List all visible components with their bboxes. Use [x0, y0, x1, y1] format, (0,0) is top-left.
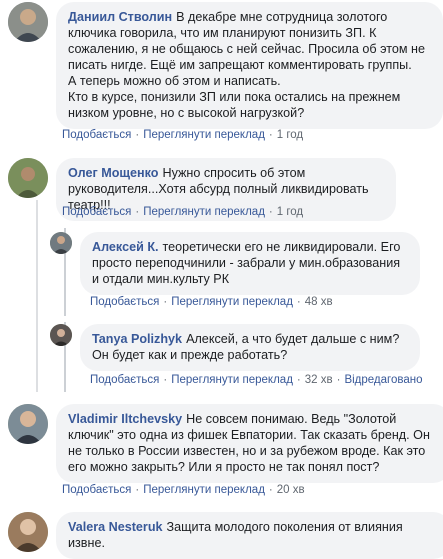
translate-link[interactable]: Переглянути переклад	[171, 296, 293, 308]
separator-dot: ·	[135, 206, 140, 218]
separator-dot: ·	[268, 206, 273, 218]
like-link[interactable]: Подобається	[62, 484, 131, 496]
like-link[interactable]: Подобається	[62, 129, 131, 141]
avatar[interactable]	[8, 158, 48, 198]
separator-dot: ·	[163, 374, 168, 386]
separator-dot: ·	[135, 129, 140, 141]
thread-line	[36, 200, 38, 392]
comment-bubble: Tanya Polizhyk Алексей, а что будет дальш…	[80, 324, 420, 371]
like-link[interactable]: Подобається	[90, 296, 159, 308]
like-link[interactable]: Подобається	[62, 206, 131, 218]
timestamp[interactable]: 32 хв	[305, 374, 333, 386]
comment-item: Valera Nesteruk Защита молодого поколения…	[8, 512, 443, 559]
comment-author[interactable]: Vladimir Iltchevsky	[68, 412, 182, 426]
comment-bubble: Даниил Стволин В декабре мне сотрудница з…	[56, 2, 443, 129]
comment-author[interactable]: Valera Nesteruk	[68, 520, 163, 534]
comment-bubble: Valera Nesteruk Защита молодого поколения…	[56, 512, 443, 559]
separator-dot: ·	[336, 374, 341, 386]
comment-author[interactable]: Tanya Polizhyk	[92, 332, 182, 346]
comment-item: Vladimir Iltchevsky Не совсем понимаю. Ве…	[8, 404, 443, 483]
comment-actions: Подобається · Переглянути переклад · 1 год	[62, 206, 303, 218]
like-link[interactable]: Подобається	[90, 374, 159, 386]
comment-author[interactable]: Алексей К.	[92, 240, 159, 254]
comment-item: Даниил Стволин В декабре мне сотрудница з…	[8, 2, 443, 129]
comment-actions: Подобається · Переглянути переклад · 48 хв	[90, 296, 333, 308]
avatar[interactable]	[50, 232, 72, 254]
comment-bubble: Алексей К. теоретически его не ликвидиров…	[80, 232, 420, 295]
separator-dot: ·	[296, 374, 301, 386]
separator-dot: ·	[296, 296, 301, 308]
comment-actions: Подобається · Переглянути переклад · 1 год	[62, 129, 303, 141]
translate-link[interactable]: Переглянути переклад	[171, 374, 293, 386]
avatar[interactable]	[8, 2, 48, 42]
avatar[interactable]	[8, 404, 48, 444]
separator-dot: ·	[268, 484, 273, 496]
timestamp[interactable]: 1 год	[277, 206, 303, 218]
translate-link[interactable]: Переглянути переклад	[143, 484, 265, 496]
avatar[interactable]	[50, 324, 72, 346]
timestamp[interactable]: 48 хв	[305, 296, 333, 308]
translate-link[interactable]: Переглянути переклад	[143, 129, 265, 141]
translate-link[interactable]: Переглянути переклад	[143, 206, 265, 218]
comment-author[interactable]: Олег Мощенко	[68, 166, 158, 180]
comment-actions: Подобається · Переглянути переклад · 20 хв	[62, 484, 305, 496]
separator-dot: ·	[163, 296, 168, 308]
comment-actions: Подобається · Переглянути переклад · 32 хв · В…	[90, 374, 423, 386]
comment-bubble: Vladimir Iltchevsky Не совсем понимаю. Ве…	[56, 404, 443, 483]
reply-item: Tanya Polizhyk Алексей, а что будет дальш…	[50, 324, 420, 371]
comment-author[interactable]: Даниил Стволин	[68, 10, 172, 24]
separator-dot: ·	[135, 484, 140, 496]
comment-text: В декабре мне сотрудница золотого ключик…	[68, 10, 426, 120]
edited-link[interactable]: Відредаговано	[344, 374, 422, 386]
timestamp[interactable]: 20 хв	[277, 484, 305, 496]
timestamp[interactable]: 1 год	[277, 129, 303, 141]
avatar[interactable]	[8, 512, 48, 552]
separator-dot: ·	[268, 129, 273, 141]
reply-item: Алексей К. теоретически его не ликвидиров…	[50, 232, 420, 295]
